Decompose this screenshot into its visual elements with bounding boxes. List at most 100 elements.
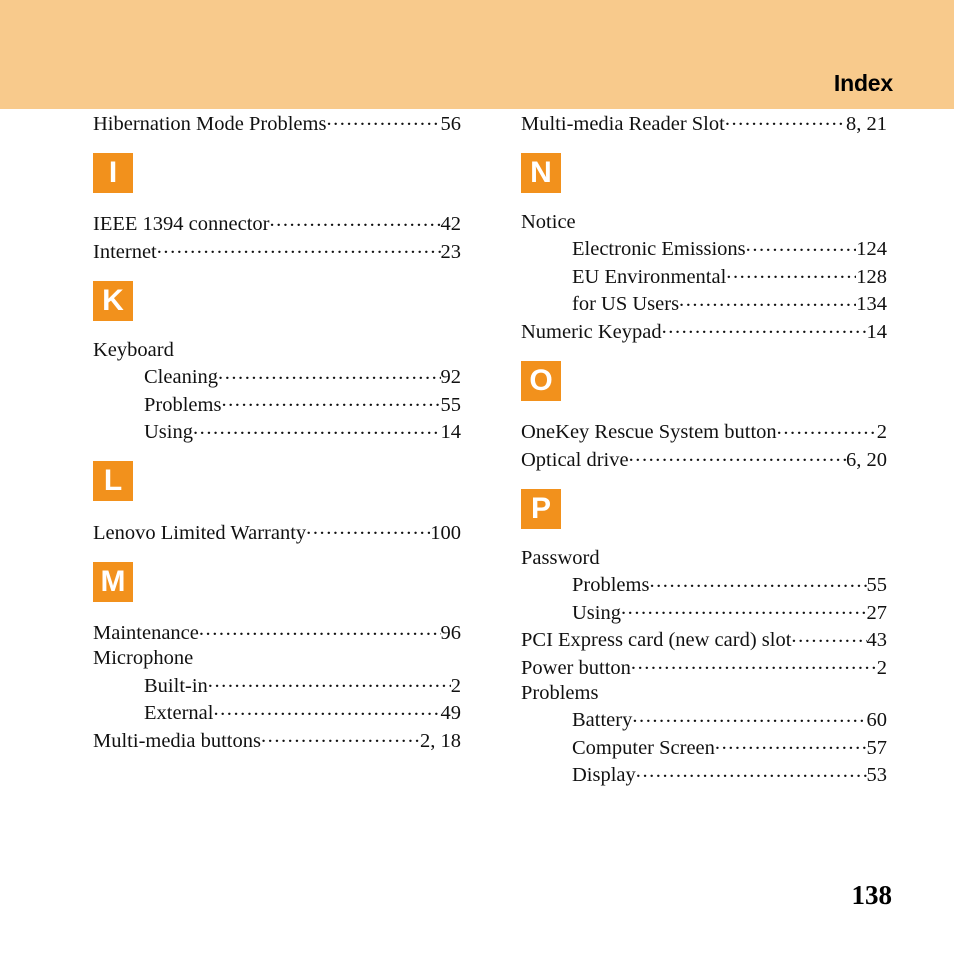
index-entry-term: Microphone [93,647,194,669]
index-entry[interactable]: Built-in 2 [93,671,461,699]
index-entry-term: Keyboard [93,338,174,361]
index-column-left: Hibernation Mode Problems 56 I IEEE 1394 co… [93,109,461,754]
index-entry[interactable]: Display 53 [521,761,887,789]
letter-heading-block: N [521,137,887,210]
index-entry[interactable]: Battery 60 [521,706,887,734]
index-entry-page-numbers: 100 [430,521,461,544]
page-number: 138 [851,880,893,910]
index-entry[interactable]: Microphone [93,646,461,671]
index-entry-page-numbers: 55 [440,393,462,416]
index-entry-term: Optical drive [521,448,629,471]
dot-leader [621,598,867,619]
dot-leader [791,626,866,647]
index-entry[interactable]: IEEE 1394 connector 42 [93,210,461,238]
index-entry[interactable]: Lenovo Limited Warranty 100 [93,518,461,546]
index-entry-term: PCI Express card (new card) slot [521,629,792,651]
index-entry-page-numbers: 96 [440,622,462,644]
index-entry-term: External [144,702,214,724]
dot-leader [213,699,440,720]
index-entry-group: Lenovo Limited Warranty 100 [93,518,461,546]
index-entry-term: Problems [521,681,599,704]
index-entry-term: Hibernation Mode Problems [93,112,327,135]
letter-heading-block: P [521,473,887,546]
index-entry[interactable]: Maintenance 96 [93,619,461,647]
dot-leader [631,653,877,674]
index-entry-page-numbers: 53 [866,764,888,786]
index-entry-group: Keyboard Cleaning 92 Problems 55 Using 14 [93,338,461,446]
index-entry[interactable]: Numeric Keypad 14 [521,317,887,345]
index-entry-term: Cleaning [144,366,219,388]
dot-leader [157,237,441,258]
index-entry-group: OneKey Rescue System button2Optical driv… [521,418,887,473]
dot-leader [679,290,856,311]
index-entry-page-numbers: 2 [876,421,887,443]
index-entry[interactable]: Cleaning 92 [93,363,461,391]
page-header-banner: Index [0,0,954,109]
dot-leader [636,761,867,782]
index-entry[interactable]: Power button 2 [521,653,887,681]
letter-heading-n: N [521,152,561,193]
dot-leader [199,619,441,640]
index-entry-group: PasswordProblems55Using27PCI Express car… [521,546,887,789]
index-entry[interactable]: Problems [521,681,887,706]
index-entry-group: Maintenance96MicrophoneBuilt-in2External… [93,619,461,754]
index-entry-page-numbers: 2 [876,656,887,679]
index-entry[interactable]: Electronic Emissions 124 [521,235,887,263]
index-entry-page-numbers: 55 [866,574,888,596]
index-entry-term: OneKey Rescue System button [521,421,777,443]
index-entry[interactable]: Keyboard [93,338,461,363]
dot-leader [746,235,857,256]
index-entry-term: Numeric Keypad [521,320,662,343]
index-entry[interactable]: External 49 [93,699,461,727]
index-entry[interactable]: Computer Screen 57 [521,733,887,761]
dot-leader [208,671,451,692]
index-entry-page-numbers: 57 [866,736,888,759]
index-entry-page-numbers: 60 [866,709,888,731]
index-entry-term: Problems [572,574,650,596]
index-entry-group: Hibernation Mode Problems 56 [93,109,461,137]
dot-leader [725,109,846,130]
letter-heading-i: I [93,152,133,193]
index-entry-term: Using [144,421,193,443]
dot-leader [306,518,430,539]
letter-heading-block: K [93,265,461,338]
index-entry[interactable]: Password [521,546,887,571]
index-entry-term: Password [521,546,600,569]
index-entry-page-numbers: 14 [866,320,888,343]
letter-heading-block: O [521,345,887,418]
index-entry-group: Notice Electronic Emissions 124EU Environm… [521,210,887,345]
index-entry[interactable]: Notice [521,210,887,235]
letter-heading-m: M [93,561,133,602]
index-entry-term: Battery [572,709,633,731]
index-entry[interactable]: PCI Express card (new card) slot 43 [521,626,887,654]
index-entry[interactable]: Hibernation Mode Problems 56 [93,109,461,137]
index-entry[interactable]: Multi-media Reader Slot 8, 21 [521,109,887,137]
index-entry-term: Problems [144,393,222,416]
index-entry-term: Built-in [144,674,208,697]
index-entry-page-numbers: 124 [856,238,887,260]
index-entry[interactable]: Multi-media buttons 2, 18 [93,726,461,754]
index-entry-term: Lenovo Limited Warranty [93,521,307,544]
index-entry-term: Electronic Emissions [572,238,746,260]
index-entry-term: Using [572,601,621,624]
index-entry[interactable]: OneKey Rescue System button 2 [521,418,887,446]
index-entry[interactable]: Problems 55 [93,390,461,418]
dot-leader [261,726,420,747]
index-entry[interactable]: for US Users 134 [521,290,887,318]
index-entry[interactable]: Using 27 [521,598,887,626]
page-title: Index [833,70,893,96]
letter-heading-block: L [93,445,461,518]
index-entry[interactable]: Optical drive 6, 20 [521,445,887,473]
index-entry[interactable]: EU Environmental 128 [521,262,887,290]
index-entry-term: Internet [93,240,157,263]
index-entry-page-numbers: 27 [866,601,888,624]
index-entry[interactable]: Using 14 [93,418,461,446]
index-entry-page-numbers: 23 [440,240,462,263]
letter-heading-p: P [521,488,561,529]
index-entry[interactable]: Internet 23 [93,237,461,265]
dot-leader [629,445,846,466]
index-entry-group: IEEE 1394 connector 42 Internet 23 [93,210,461,265]
index-entry[interactable]: Problems 55 [521,571,887,599]
index-entry-page-numbers: 42 [440,213,462,235]
dot-leader [221,390,440,411]
